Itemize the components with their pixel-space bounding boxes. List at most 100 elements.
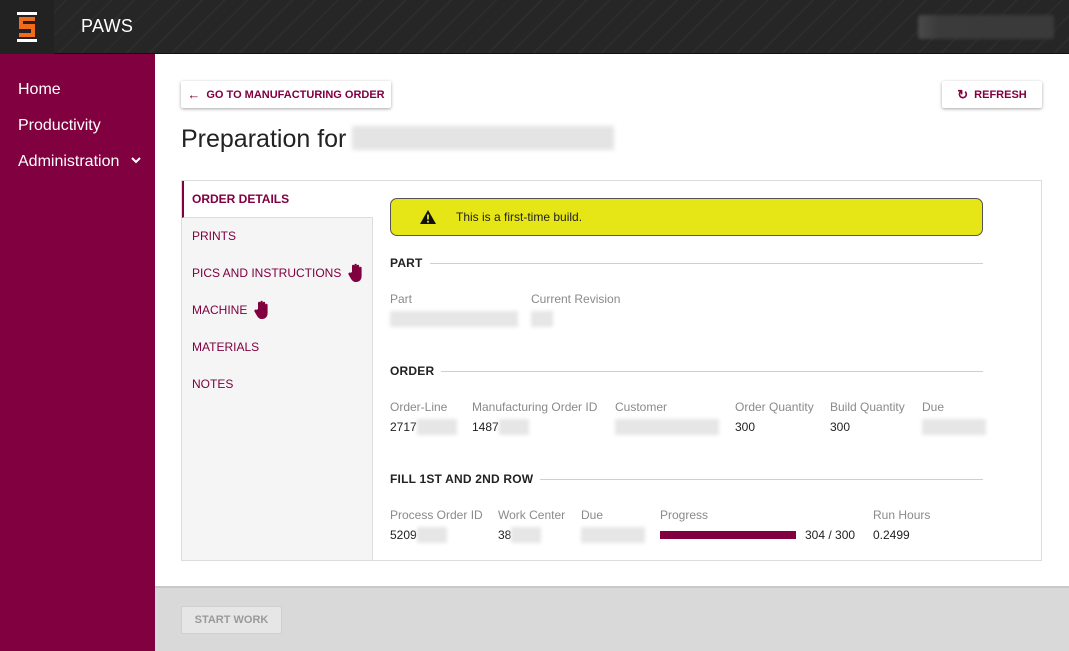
page-title-prefix: Preparation for: [181, 125, 347, 153]
progress-bar-fill: [660, 530, 796, 539]
field-label: Customer: [615, 400, 668, 414]
field-order-quantity: Order Quantity 300: [735, 400, 814, 434]
field-value: [390, 310, 518, 327]
paws-logo-icon: [17, 12, 37, 42]
button-label: REFRESH: [974, 88, 1027, 101]
field-order-due: Due: [922, 400, 986, 435]
field-process-due: Due: [581, 508, 645, 543]
refresh-icon: ↻: [957, 86, 969, 102]
section-divider: [540, 478, 983, 480]
sidebar-item-label: Home: [18, 81, 61, 98]
sidebar: Home Productivity Administration: [0, 54, 155, 651]
field-run-hours: Run Hours 0.2499: [873, 508, 930, 542]
field-label: Run Hours: [873, 508, 931, 522]
field-label: Order-Line: [390, 400, 448, 414]
field-value: 300: [830, 419, 851, 434]
redacted-value: [511, 526, 542, 543]
go-to-manufacturing-order-button[interactable]: ← GO TO MANUFACTURING ORDER: [181, 81, 391, 108]
section-title: FILL 1ST AND 2ND ROW: [390, 472, 534, 486]
field-label: Manufacturing Order ID: [472, 400, 598, 414]
redacted-value: [498, 418, 529, 435]
hand-stop-icon: [254, 300, 268, 319]
field-label: Due: [922, 400, 945, 414]
section-process-header: FILL 1ST AND 2ND ROW: [390, 472, 983, 486]
section-divider: [429, 262, 983, 264]
field-label: Work Center: [498, 508, 566, 522]
section-title: PART: [390, 256, 423, 270]
tab-machine[interactable]: MACHINE: [182, 291, 373, 328]
field-value: 38: [498, 526, 565, 543]
tab-materials[interactable]: MATERIALS: [182, 328, 373, 365]
field-label: Current Revision: [531, 292, 621, 306]
page-title-redacted: [352, 126, 615, 150]
redacted-value: [615, 418, 719, 435]
field-label: Part: [390, 292, 413, 306]
field-value: [531, 310, 620, 327]
preparation-card: ORDER DETAILS PRINTS PICS AND INSTRUCTIO…: [181, 180, 1042, 561]
field-value: [922, 418, 986, 435]
first-time-build-alert: This is a first-time build.: [390, 198, 983, 236]
field-value: 2717: [390, 418, 457, 435]
tab-label: MACHINE: [192, 302, 248, 317]
field-value: 0.2499: [873, 527, 910, 542]
app-title: PAWS: [81, 16, 134, 36]
redacted-value: [416, 526, 447, 543]
sidebar-item-productivity[interactable]: Productivity: [18, 117, 101, 135]
tab-pics-and-instructions[interactable]: PICS AND INSTRUCTIONS: [182, 254, 373, 291]
hand-stop-icon: [348, 263, 362, 282]
field-build-quantity: Build Quantity 300: [830, 400, 905, 434]
field-value: [581, 526, 645, 543]
field-manufacturing-order-id: Manufacturing Order ID 1487: [472, 400, 598, 435]
tab-list: ORDER DETAILS PRINTS PICS AND INSTRUCTIO…: [182, 181, 373, 560]
user-menu-redacted[interactable]: [918, 15, 1054, 39]
section-divider: [441, 370, 983, 372]
chevron-down-icon: [131, 157, 141, 164]
sidebar-item-administration[interactable]: Administration: [18, 153, 141, 171]
section-title: ORDER: [390, 364, 435, 378]
start-work-button[interactable]: START WORK: [181, 606, 282, 634]
progress-bar: [660, 530, 796, 539]
tab-label: ORDER DETAILS: [192, 192, 290, 206]
field-label: Build Quantity: [830, 400, 905, 414]
tab-prints[interactable]: PRINTS: [182, 217, 373, 254]
field-value: 300: [735, 419, 756, 434]
arrow-left-icon: ←: [187, 87, 201, 102]
warning-icon: [420, 210, 436, 224]
field-label: Progress: [660, 508, 709, 522]
tab-notes[interactable]: NOTES: [182, 365, 373, 402]
refresh-button[interactable]: ↻ REFRESH: [942, 81, 1042, 108]
progress-text: 304 / 300: [805, 527, 856, 542]
alert-text: This is a first-time build.: [456, 210, 583, 224]
field-label: Due: [581, 508, 604, 522]
field-current-revision: Current Revision: [531, 292, 621, 327]
field-label: Order Quantity: [735, 400, 814, 414]
value-text: 38: [498, 527, 512, 542]
field-process-order-id: Process Order ID 5209: [390, 508, 483, 543]
redacted-value: [581, 526, 645, 543]
footer-bar: START WORK: [155, 586, 1069, 651]
redacted-value: [416, 418, 457, 435]
value-text: 2717: [390, 419, 417, 434]
tab-order-details[interactable]: ORDER DETAILS: [182, 181, 373, 218]
redacted-value: [922, 418, 986, 435]
field-label: Process Order ID: [390, 508, 483, 522]
page-title: Preparation for: [181, 125, 615, 154]
order-details-panel: This is a first-time build. PART Part Cu…: [390, 181, 990, 560]
field-value: 304 / 300: [660, 527, 855, 542]
field-customer: Customer: [615, 400, 719, 435]
button-label: GO TO MANUFACTURING ORDER: [206, 88, 385, 101]
sidebar-item-home[interactable]: Home: [18, 81, 61, 99]
tab-label: PICS AND INSTRUCTIONS: [192, 265, 342, 280]
field-value: 1487: [472, 418, 597, 435]
field-value: 5209: [390, 526, 483, 543]
field-order-line: Order-Line 2717: [390, 400, 457, 435]
tab-label: PRINTS: [192, 228, 237, 243]
sidebar-item-label: Administration: [18, 153, 120, 170]
sidebar-item-label: Productivity: [18, 117, 101, 134]
top-bar: PAWS: [0, 0, 1069, 54]
tab-label: MATERIALS: [192, 339, 260, 354]
logo-container[interactable]: [0, 0, 54, 54]
redacted-value: [531, 310, 553, 327]
field-value: [615, 418, 719, 435]
main-content: ← GO TO MANUFACTURING ORDER ↻ REFRESH Pr…: [155, 54, 1069, 586]
